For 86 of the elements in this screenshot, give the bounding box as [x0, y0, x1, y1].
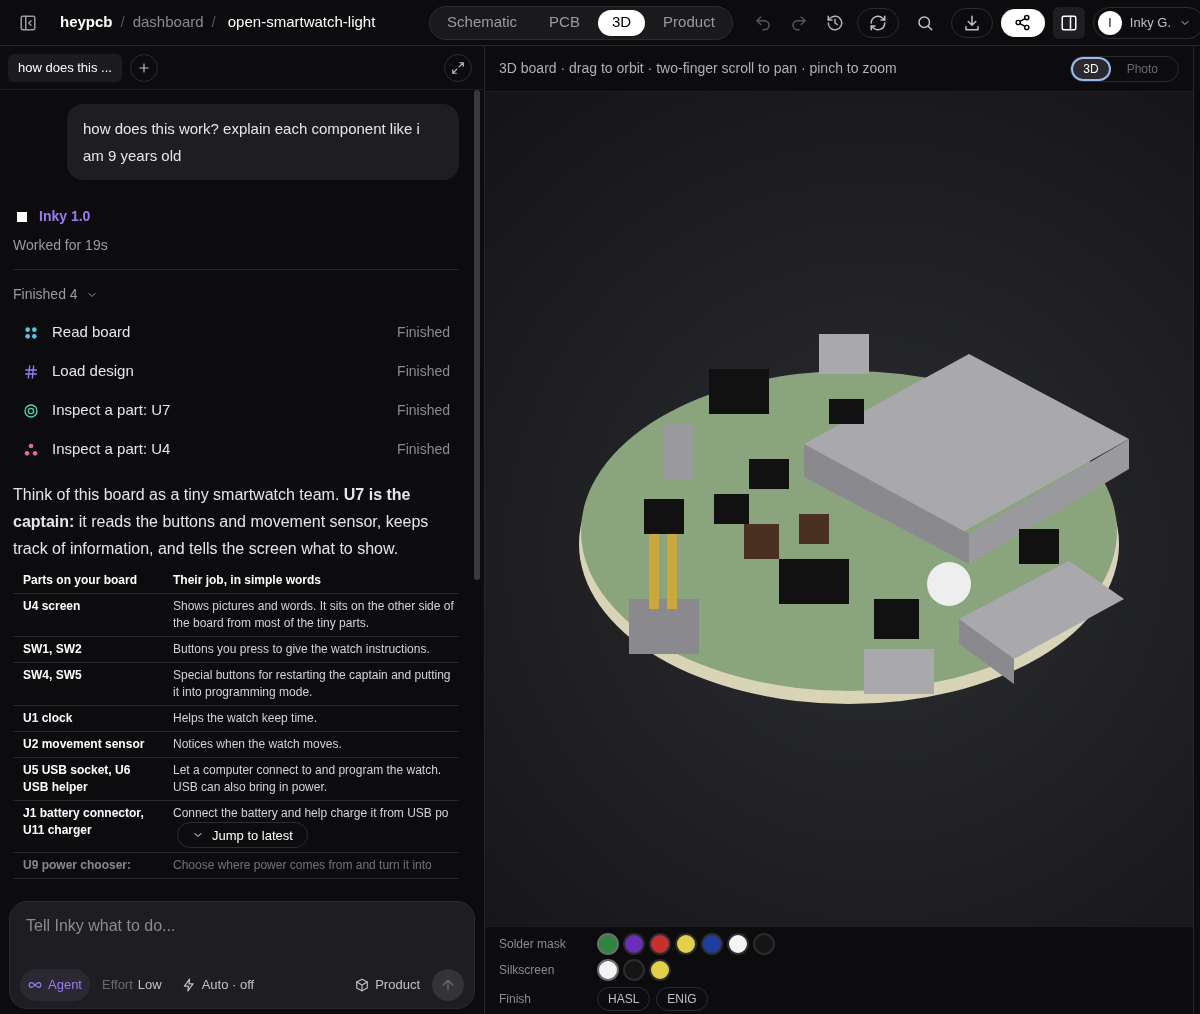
table-cell: SW1, SW2: [23, 642, 82, 656]
viewer-mode-tab[interactable]: Photo: [1116, 58, 1168, 79]
download-icon: [962, 13, 981, 32]
step-label: Load design: [52, 361, 134, 382]
table-cell: J1 battery connector, U11 charger: [23, 806, 144, 837]
stop-icon: [17, 211, 27, 222]
step-status: Finished: [397, 362, 450, 381]
viewer-hint: 3D board · drag to orbit · two-finger scroll to pan · pinch to zoom: [499, 59, 897, 78]
table-cell: U5 USB socket, U6 USB helper: [23, 763, 131, 794]
view-tab[interactable]: PCB: [535, 9, 594, 36]
answer-paragraph: Think of this board as a tiny smartwatch team. U7 is the captain: it reads the buttons and movement sensor, keeps track of information, and tells the screen what to show.: [13, 485, 430, 559]
option-label: Solder mask: [499, 935, 567, 953]
step-label: Read board: [52, 322, 131, 343]
share-icon: [1014, 14, 1032, 31]
color-swatch[interactable]: [675, 932, 697, 955]
message-input[interactable]: Tell Inky what to do...: [26, 914, 458, 938]
view-tab[interactable]: Schematic: [433, 9, 532, 36]
steps-summary: Finished 4: [13, 285, 78, 304]
breadcrumb-link[interactable]: dashboard: [132, 11, 204, 34]
scrollbar-thumb[interactable]: [474, 90, 480, 580]
agent-mode-button[interactable]: Agent: [20, 969, 90, 1001]
step-label: Inspect a part: U4: [52, 439, 171, 460]
effort-label: Effort: [102, 976, 133, 995]
table-cell: Buttons you press to give the watch instructions.: [173, 642, 430, 656]
target-icon: [23, 402, 39, 419]
view-tab[interactable]: 3D: [597, 9, 646, 36]
user-avatar: I: [1097, 10, 1122, 35]
step-status: Finished: [397, 401, 450, 420]
lightning-icon: [181, 978, 196, 992]
user-message: how does this work? explain each component like i am 9 years old: [67, 104, 459, 180]
panel-icon: [1059, 13, 1078, 32]
effort-button[interactable]: Effort Low: [102, 975, 162, 995]
color-swatch[interactable]: [649, 932, 671, 955]
color-swatch[interactable]: [623, 958, 645, 981]
hash-icon: [23, 363, 39, 380]
option-label: Finish: [499, 991, 532, 1009]
jump-to-latest-button[interactable]: Jump to latest: [177, 822, 308, 848]
arrow-up-icon: [440, 977, 456, 993]
breadcrumb-separator: /: [120, 12, 125, 33]
chat-tab[interactable]: how does this ...: [8, 53, 122, 82]
grid-dots-icon: [23, 324, 39, 341]
color-swatch[interactable]: [597, 932, 619, 955]
viewer-mode-tab[interactable]: 3D: [1073, 58, 1109, 79]
table-cell: U4 screen: [23, 599, 81, 613]
table-cell: U9 power chooser:: [23, 858, 132, 872]
breadcrumb-separator: /: [211, 12, 216, 33]
sidebar-icon: [19, 13, 37, 32]
breadcrumb-link[interactable]: heypcb: [60, 11, 113, 34]
table-cell: Notices when the watch moves.: [173, 737, 342, 751]
step-status: Finished: [397, 440, 450, 459]
table-cell: U1 clock: [23, 711, 73, 725]
view-tab[interactable]: Product: [649, 9, 729, 36]
panel-toggle-button[interactable]: [1052, 6, 1085, 39]
plus-icon: [136, 60, 151, 75]
color-swatch[interactable]: [701, 932, 723, 955]
color-swatch[interactable]: [649, 958, 671, 981]
column-header: Parts on your board: [13, 568, 163, 594]
agent-name: Inky 1.0: [39, 207, 91, 226]
three-dots-icon: [23, 441, 39, 458]
table-cell: Let a computer connect to and program the watch. USB can also bring in power.: [173, 763, 442, 794]
color-swatch[interactable]: [727, 932, 749, 955]
table-cell: Shows pictures and words. It sits on the other side of the board from most of the tiny parts.: [173, 599, 454, 630]
step-label: Inspect a part: U7: [52, 400, 171, 421]
user-name: Inky G.: [1129, 13, 1171, 32]
steps-toggle[interactable]: Finished 4: [13, 284, 98, 305]
step-status: Finished: [397, 323, 450, 342]
color-swatch[interactable]: [597, 958, 619, 981]
product-button[interactable]: Product: [355, 975, 420, 995]
breadcrumb-link[interactable]: open-smartwatch-light: [227, 11, 376, 34]
color-swatch[interactable]: [753, 932, 775, 955]
share-button[interactable]: [1000, 8, 1045, 37]
auto-button[interactable]: Auto · off: [181, 975, 255, 995]
table-cell: U2 movement sensor: [23, 737, 145, 751]
expand-icon: [451, 60, 465, 75]
table-cell: SW4, SW5: [23, 668, 82, 682]
cube-icon: [355, 978, 370, 992]
table-cell: Connect the battery and help charge it from USB po: [173, 806, 449, 820]
option-label: Silkscreen: [499, 961, 556, 979]
effort-value: Low: [137, 976, 162, 995]
table-cell: Helps the watch keep time.: [173, 711, 318, 725]
color-swatch[interactable]: [623, 932, 645, 955]
table-cell: Choose where power comes from and turn it into: [173, 858, 432, 872]
table-cell: Special buttons for restarting the captain and putting it into programming mode.: [173, 668, 451, 699]
refresh-icon: [868, 13, 887, 32]
column-header: Their job, in simple words: [163, 568, 459, 594]
work-duration: Worked for 19s: [13, 236, 109, 255]
